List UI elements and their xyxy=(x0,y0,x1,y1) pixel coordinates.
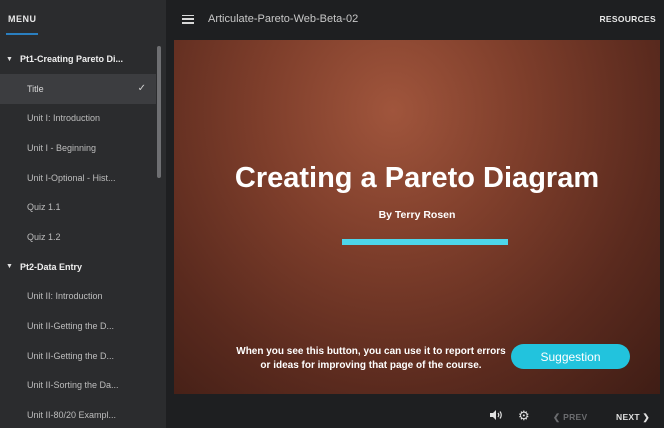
menu-item-unit1-intro[interactable]: Unit I: Introduction xyxy=(0,104,156,134)
caret-down-icon: ▼ xyxy=(6,263,13,271)
next-label: NEXT xyxy=(616,412,640,422)
menu-item-unit2-getting-1[interactable]: Unit II-Getting the D... xyxy=(0,311,156,341)
top-bar: Articulate-Pareto-Web-Beta-02 RESOURCES xyxy=(166,0,664,38)
menu-item-quiz-1-2[interactable]: Quiz 1.2 xyxy=(0,222,156,252)
caret-down-icon: ▼ xyxy=(6,55,13,63)
prev-button[interactable]: ❮ PREV xyxy=(553,412,587,423)
menu-list: ▼ Pt1-Creating Pareto Di... Title ✓ Unit… xyxy=(0,44,156,428)
sidebar-menu: MENU ▼ Pt1-Creating Pareto Di... Title ✓… xyxy=(0,0,166,428)
menu-item-label: Unit I - Beginning xyxy=(27,142,97,153)
menu-title: MENU xyxy=(8,14,37,24)
chevron-right-icon: ❯ xyxy=(642,412,650,422)
slide-author: By Terry Rosen xyxy=(378,209,456,221)
menu-item-title[interactable]: Title ✓ xyxy=(0,74,156,104)
section-label: Pt1-Creating Pareto Di... xyxy=(19,54,123,64)
menu-item-label: Unit I-Optional - Hist... xyxy=(27,172,116,183)
menu-item-label: Unit II: Introduction xyxy=(27,291,103,302)
volume-icon[interactable] xyxy=(490,410,504,420)
next-button[interactable]: NEXT ❯ xyxy=(616,412,650,423)
menu-item-unit1-beginning[interactable]: Unit I - Beginning xyxy=(0,133,156,163)
course-title: Articulate-Pareto-Web-Beta-02 xyxy=(208,13,359,25)
menu-item-unit2-8020[interactable]: Unit II-80/20 Exampl... xyxy=(0,400,156,428)
menu-item-label: Quiz 1.2 xyxy=(27,231,61,242)
menu-item-label: Title xyxy=(27,83,44,94)
title-accent-bar xyxy=(342,239,508,245)
menu-active-underline xyxy=(6,33,38,35)
menu-item-label: Unit II-Getting the D... xyxy=(27,350,115,361)
section-pt1[interactable]: ▼ Pt1-Creating Pareto Di... xyxy=(0,44,156,74)
menu-item-quiz-1-1[interactable]: Quiz 1.1 xyxy=(0,192,156,222)
menu-item-label: Unit II-Sorting the Da... xyxy=(27,380,119,391)
check-icon: ✓ xyxy=(137,83,146,95)
menu-item-unit1-optional[interactable]: Unit I-Optional - Hist... xyxy=(0,163,156,193)
menu-item-unit2-intro[interactable]: Unit II: Introduction xyxy=(0,282,156,312)
suggestion-note: When you see this button, you can use it… xyxy=(236,346,506,371)
resources-button[interactable]: RESOURCES xyxy=(599,14,656,24)
menu-icon[interactable] xyxy=(182,14,194,24)
menu-item-unit2-getting-2[interactable]: Unit II-Getting the D... xyxy=(0,341,156,371)
sidebar-scrollbar[interactable] xyxy=(157,46,161,178)
chevron-left-icon: ❮ xyxy=(553,412,561,422)
gear-icon[interactable]: ⚙ xyxy=(518,409,530,422)
suggestion-button[interactable]: Suggestion xyxy=(511,344,630,369)
suggestion-label: Suggestion xyxy=(540,349,601,364)
menu-item-unit2-sorting[interactable]: Unit II-Sorting the Da... xyxy=(0,370,156,400)
menu-item-label: Unit I: Introduction xyxy=(27,113,101,124)
bottom-bar: ⚙ ❮ PREV NEXT ❯ xyxy=(166,396,664,428)
menu-item-label: Unit II-80/20 Exampl... xyxy=(27,409,117,420)
section-label: Pt2-Data Entry xyxy=(19,261,82,272)
section-pt2[interactable]: ▼ Pt2-Data Entry xyxy=(0,252,156,282)
prev-label: PREV xyxy=(563,412,588,422)
slide-title: Creating a Pareto Diagram xyxy=(234,162,600,194)
slide-canvas: Creating a Pareto Diagram By Terry Rosen… xyxy=(174,40,660,394)
menu-item-label: Unit II-Getting the D... xyxy=(27,320,115,331)
menu-item-label: Quiz 1.1 xyxy=(27,202,61,213)
